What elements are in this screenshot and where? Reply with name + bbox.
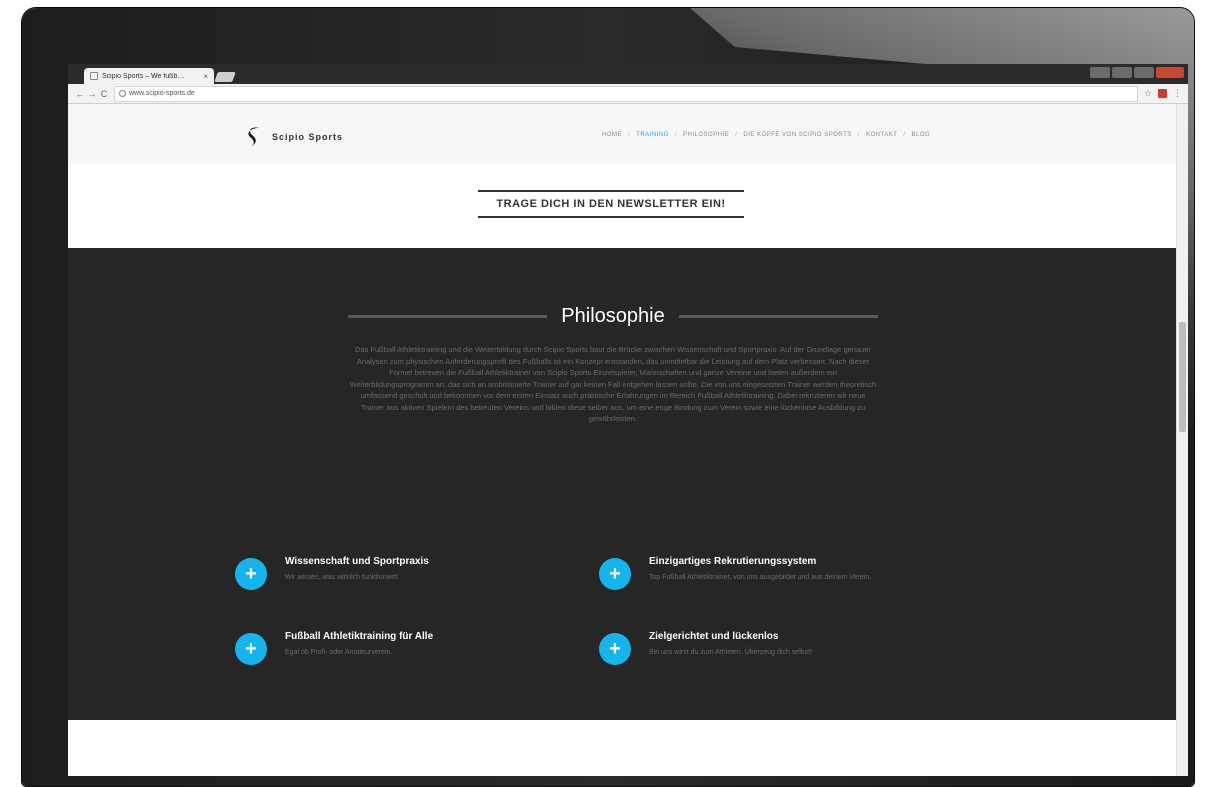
url-input[interactable]: www.scipio-sports.de <box>114 85 1138 102</box>
nav-separator: / <box>857 132 860 138</box>
site-header: Scipio Sports HOME / TRAINING / PHILOSOP… <box>68 104 1176 165</box>
vertical-scrollbar[interactable] <box>1176 104 1188 776</box>
plus-icon[interactable]: + <box>235 558 267 590</box>
site-logo[interactable]: Scipio Sports <box>246 126 343 148</box>
browser-window: Scipio Sports – We fußb… × ← → C www.sci… <box>68 64 1188 776</box>
user-icon[interactable] <box>1090 67 1110 78</box>
new-tab-button[interactable] <box>214 72 236 82</box>
close-tab-icon[interactable]: × <box>203 72 208 81</box>
section-title-row: Philosophie <box>348 304 879 328</box>
browser-tab[interactable]: Scipio Sports – We fußb… × <box>84 68 214 84</box>
web-page: Scipio Sports HOME / TRAINING / PHILOSOP… <box>68 104 1176 776</box>
feature-title: Zielgerichtet und lückenlos <box>649 631 779 642</box>
window-controls <box>1090 67 1184 78</box>
nav-item-kontakt[interactable]: KONTAKT <box>866 132 897 138</box>
close-window-button[interactable] <box>1156 67 1184 78</box>
nav-separator: / <box>628 132 631 138</box>
nav-item-philosophie[interactable]: PHILOSOPHIE <box>683 132 729 138</box>
newsletter-button[interactable]: TRAGE DICH IN DEN NEWSLETTER EIN! <box>478 190 744 218</box>
logo-text: Scipio Sports <box>272 132 344 142</box>
nav-item-home[interactable]: HOME <box>602 132 622 138</box>
philosophy-text: Das Fußball Athletiktraining und die Wei… <box>349 345 877 423</box>
site-info-icon[interactable] <box>119 90 126 97</box>
nav-item-training[interactable]: TRAINING <box>636 132 669 138</box>
monitor-frame: Scipio Sports – We fußb… × ← → C www.sci… <box>22 8 1194 786</box>
feature-item: + Einzigartiges Rekrutierungssystem Top … <box>599 552 929 596</box>
menu-icon[interactable]: ⋮ <box>1173 88 1182 99</box>
nav-separator: / <box>903 132 906 138</box>
philosophy-section: Philosophie Das Fußball Athletiktraining… <box>68 248 1176 720</box>
nav-separator: / <box>735 132 738 138</box>
url-text: www.scipio-sports.de <box>129 90 195 97</box>
main-navigation: HOME / TRAINING / PHILOSOPHIE / DIE KÖPF… <box>602 132 930 138</box>
bookmark-star-icon[interactable]: ☆ <box>1144 88 1152 99</box>
scrollbar-thumb[interactable] <box>1179 322 1186 432</box>
title-divider-left <box>348 314 548 318</box>
plus-icon[interactable]: + <box>599 633 631 665</box>
page-icon <box>90 72 98 80</box>
forward-button[interactable]: → <box>86 89 98 99</box>
section-title: Philosophie <box>561 304 665 327</box>
feature-title: Fußball Athletiktraining für Alle <box>285 631 434 642</box>
feature-description: Egal ob Profi- oder Amateurverein. <box>285 649 393 656</box>
feature-item: + Wissenschaft und Sportpraxis Wir wisse… <box>235 552 565 596</box>
plus-icon[interactable]: + <box>235 633 267 665</box>
tab-bar: Scipio Sports – We fußb… × <box>68 64 1188 84</box>
reload-button[interactable]: C <box>98 89 110 99</box>
feature-description: Bei uns wirst du zum Athleten. Überzeug … <box>649 649 813 656</box>
title-divider-right <box>678 314 879 318</box>
feature-item: + Zielgerichtet und lückenlos Bei uns wi… <box>599 627 929 671</box>
newsletter-section: TRAGE DICH IN DEN NEWSLETTER EIN! <box>68 164 1176 248</box>
plus-icon[interactable]: + <box>599 558 631 590</box>
nav-item-blog[interactable]: BLOG <box>912 132 931 138</box>
back-button[interactable]: ← <box>74 89 86 99</box>
page-footer-area <box>68 720 1176 776</box>
feature-title: Wissenschaft und Sportpraxis <box>285 556 429 567</box>
feature-title: Einzigartiges Rekrutierungssystem <box>649 556 817 567</box>
minimize-button[interactable] <box>1112 67 1132 78</box>
nav-item-team[interactable]: DIE KÖPFE VON SCIPIO SPORTS <box>743 132 851 138</box>
feature-description: Top Fußball Athletiktrainer, von uns aus… <box>649 574 872 581</box>
feature-description: Wir wissen, was wirklich funktioniert! <box>285 574 399 581</box>
address-bar: ← → C www.scipio-sports.de ☆ ⋮ <box>68 84 1188 104</box>
extension-icon[interactable] <box>1158 89 1167 98</box>
nav-separator: / <box>674 132 678 138</box>
tab-title: Scipio Sports – We fußb… <box>102 72 185 80</box>
feature-item: + Fußball Athletiktraining für Alle Egal… <box>235 627 565 671</box>
scipio-logo-icon <box>248 127 259 147</box>
maximize-button[interactable] <box>1134 67 1154 78</box>
toolbar-extensions: ☆ ⋮ <box>1144 88 1182 99</box>
